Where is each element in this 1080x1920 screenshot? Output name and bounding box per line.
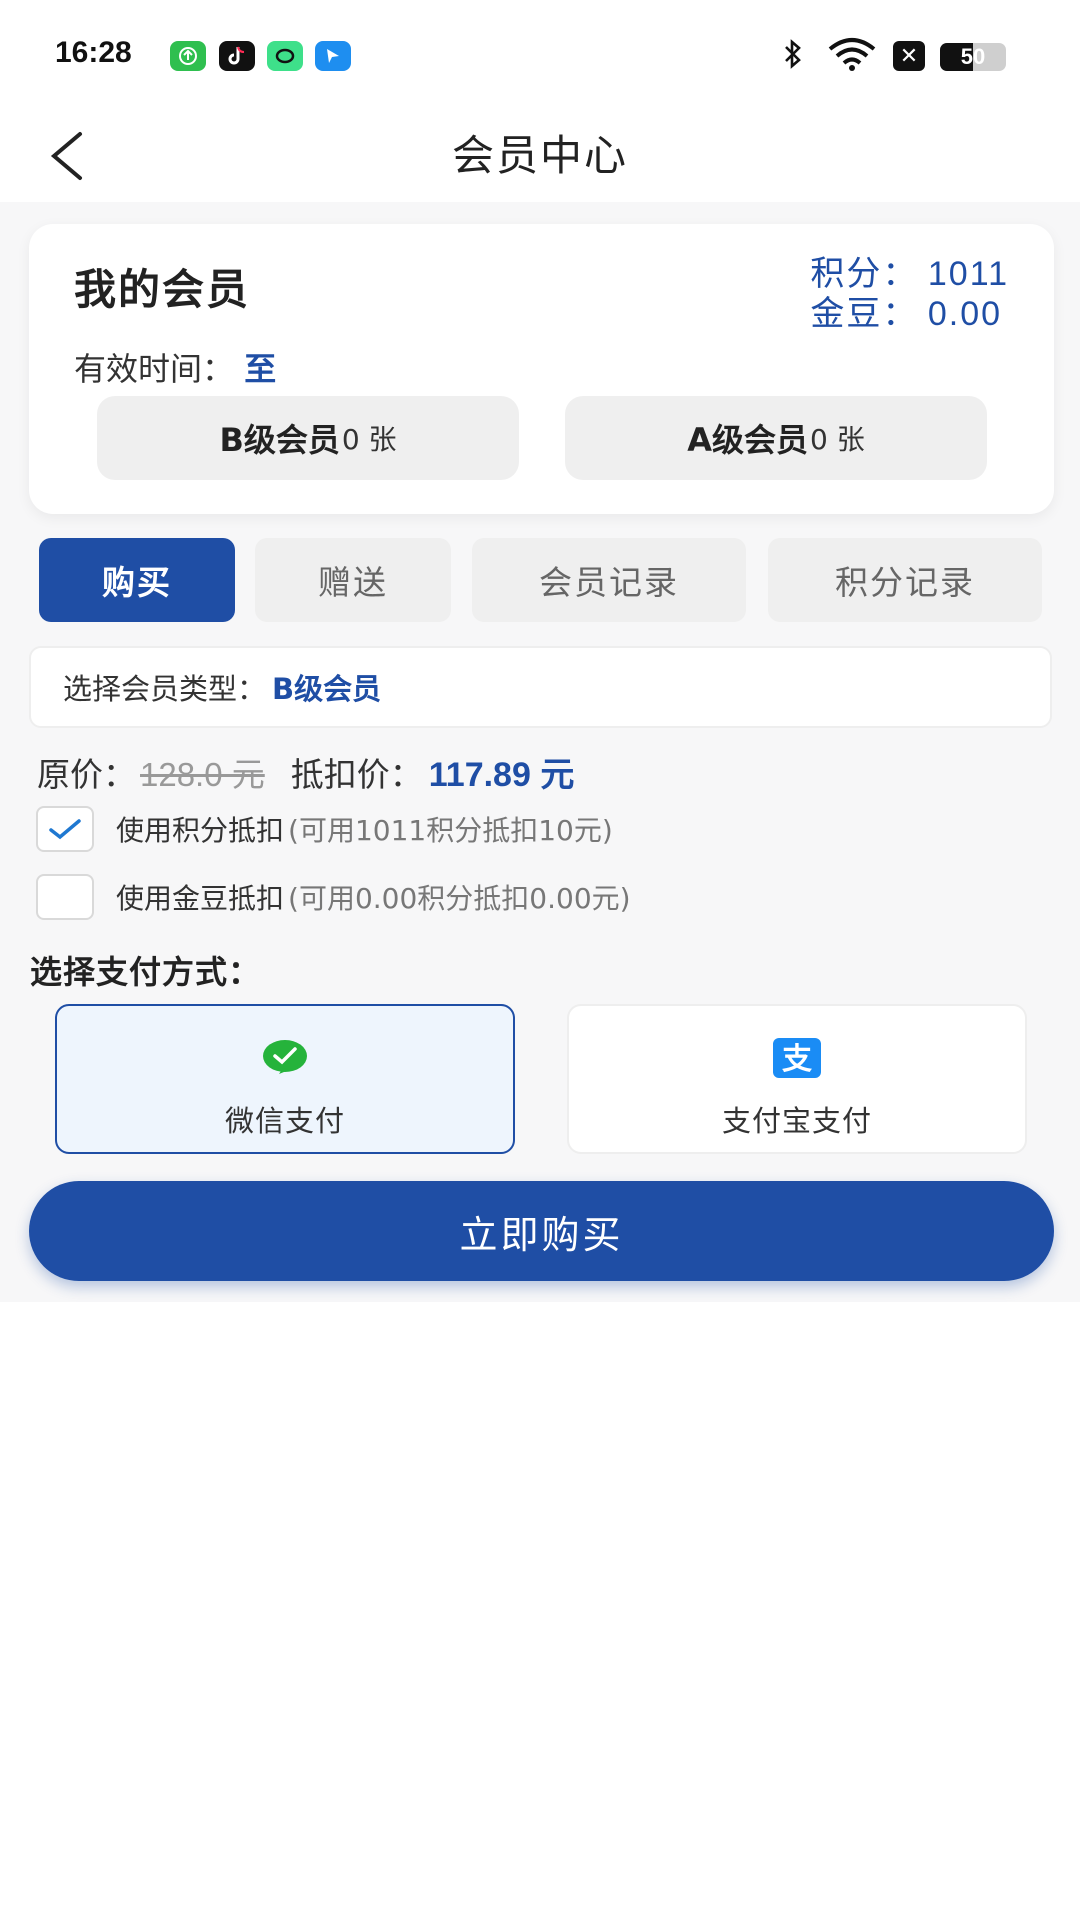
tab-buy[interactable]: 购买	[39, 538, 235, 622]
level-b-name: B级会员	[219, 421, 340, 459]
battery-text: 50	[960, 44, 986, 69]
beans-deduction-label: 使用金豆抵扣	[116, 882, 285, 915]
beans-deduction-row: 使用金豆抵扣 (可用0.00积分抵扣0.00元)	[36, 874, 631, 920]
beans-deduction-hint: (可用0.00积分抵扣0.00元)	[288, 882, 631, 915]
main-content: 我的会员 积分： 1011 金豆： 0.00 有效时间： 至 B级会员 0 张 …	[0, 202, 1080, 1302]
tiktok-icon	[219, 41, 255, 71]
app-icon-green	[170, 41, 206, 71]
checkmark-icon	[49, 819, 81, 840]
level-a-name: A级会员	[687, 421, 809, 459]
tab-member-record[interactable]: 会员记录	[472, 538, 746, 622]
level-b-button[interactable]: B级会员 0 张	[97, 396, 519, 480]
alipay-label: 支付宝支付	[721, 1104, 872, 1138]
valid-label: 有效时间：	[74, 350, 235, 388]
level-a-count: 0 张	[810, 423, 865, 456]
tab-gift[interactable]: 赠送	[255, 538, 451, 622]
x-icon: ✕	[893, 41, 925, 71]
svg-text:支: 支	[782, 1042, 812, 1077]
wechat-pay-icon	[261, 1038, 309, 1078]
orig-price-label: 原价：	[37, 755, 136, 794]
member-type-selector[interactable]: 选择会员类型： B级会员	[29, 646, 1052, 728]
points-label: 积分：	[810, 255, 919, 293]
member-type-value: B级会员	[272, 672, 382, 706]
member-type-label: 选择会员类型：	[63, 672, 267, 706]
app-icon-blue	[315, 41, 351, 71]
price-row: 原价： 128.0 元 抵扣价： 117.89 元	[37, 747, 574, 796]
wechat-pay-option[interactable]: 微信支付	[55, 1004, 515, 1154]
points-summary: 积分： 1011 金豆： 0.00	[810, 254, 1009, 334]
points-deduction-checkbox[interactable]	[36, 806, 94, 852]
level-a-button[interactable]: A级会员 0 张	[565, 396, 987, 480]
page-title: 会员中心	[451, 131, 628, 180]
disc-price-value: 117.89 元	[428, 756, 575, 794]
points-deduction-label: 使用积分抵扣	[116, 814, 285, 847]
beans-deduction-checkbox[interactable]	[36, 874, 94, 920]
buy-now-button[interactable]: 立即购买	[29, 1181, 1054, 1281]
bluetooth-icon	[779, 36, 807, 72]
level-b-count: 0 张	[341, 423, 397, 456]
points-deduction-hint: (可用1011积分抵扣10元)	[288, 814, 613, 847]
tab-points-record[interactable]: 积分记录	[768, 538, 1042, 622]
battery-icon: 50	[940, 43, 1006, 71]
payment-title: 选择支付方式：	[30, 953, 262, 991]
alipay-icon: 支	[773, 1038, 821, 1078]
status-time: 16:28	[55, 36, 132, 69]
beans-value: 0.00	[927, 295, 1003, 333]
orig-price-value: 128.0 元	[140, 756, 265, 793]
points-value: 1011	[927, 255, 1009, 293]
beans-row: 金豆： 0.00	[810, 294, 1009, 334]
app-icon-mint	[267, 41, 303, 71]
member-card: 我的会员 积分： 1011 金豆： 0.00 有效时间： 至 B级会员 0 张 …	[29, 224, 1054, 514]
points-row: 积分： 1011	[810, 254, 1009, 294]
points-deduction-row: 使用积分抵扣 (可用1011积分抵扣10元)	[36, 806, 613, 852]
header: 会员中心	[0, 112, 1080, 202]
wechat-pay-label: 微信支付	[224, 1104, 345, 1138]
status-bar: 16:28 ✕ 50	[0, 0, 1080, 112]
valid-value: 至	[244, 350, 277, 388]
alipay-option[interactable]: 支 支付宝支付	[567, 1004, 1027, 1154]
disc-price-label: 抵扣价：	[290, 755, 423, 794]
card-title: 我的会员	[74, 265, 251, 314]
valid-time-row: 有效时间： 至	[74, 344, 276, 390]
beans-label: 金豆：	[810, 295, 919, 333]
wifi-icon	[826, 36, 878, 72]
